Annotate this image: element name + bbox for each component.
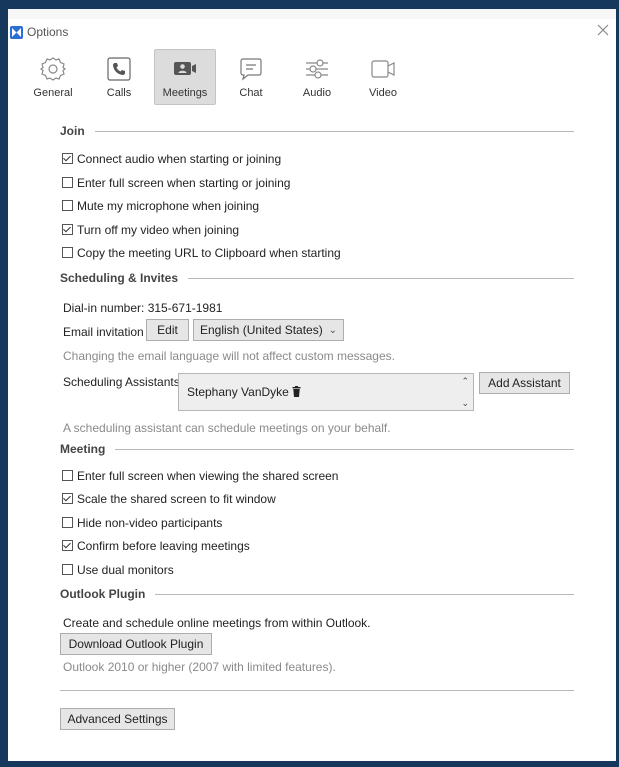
assistant-entry: Stephany VanDyke — [187, 385, 301, 399]
option-label: Use dual monitors — [77, 563, 174, 577]
meeting-option-confirm-leave[interactable]: Confirm before leaving meetings — [62, 539, 250, 553]
scheduling-assistants-label: Scheduling Assistants — [63, 375, 180, 389]
meeting-option-hide-non-video[interactable]: Hide non-video participants — [62, 516, 222, 530]
join-option-mute-mic[interactable]: Mute my microphone when joining — [62, 199, 259, 213]
tab-video-label: Video — [369, 87, 397, 99]
window-frame-left — [0, 0, 8, 767]
window-top-strip — [8, 9, 616, 19]
tab-chat[interactable]: Chat — [220, 49, 282, 105]
download-outlook-plugin-button[interactable]: Download Outlook Plugin — [60, 633, 212, 655]
meeting-divider — [60, 449, 574, 450]
checkbox[interactable] — [62, 470, 73, 481]
assistant-note: A scheduling assistant can schedule meet… — [63, 421, 391, 435]
tab-audio-label: Audio — [302, 87, 332, 99]
chevron-down-icon: ⌄ — [328, 325, 337, 336]
tab-audio[interactable]: Audio — [286, 49, 348, 105]
outlook-version-note: Outlook 2010 or higher (2007 with limite… — [63, 660, 336, 674]
meetings-icon — [174, 62, 196, 75]
chat-icon — [240, 58, 262, 81]
meeting-section-header: Meeting — [60, 442, 574, 456]
tab-meetings-label: Meetings — [162, 87, 208, 99]
phone-icon — [107, 57, 131, 81]
checkbox[interactable] — [62, 564, 73, 575]
window-frame-bottom — [0, 761, 619, 767]
option-label: Hide non-video participants — [77, 516, 223, 530]
checkbox[interactable] — [62, 247, 73, 258]
tab-calls[interactable]: Calls — [88, 49, 150, 105]
option-label: Enter full screen when starting or joini… — [77, 176, 291, 190]
join-option-connect-audio[interactable]: Connect audio when starting or joining — [62, 152, 281, 166]
assistant-name: Stephany VanDyke — [187, 385, 289, 399]
checkbox[interactable] — [62, 493, 73, 504]
tab-general[interactable]: General — [22, 49, 84, 105]
join-divider — [60, 131, 574, 132]
option-label: Turn off my video when joining — [77, 223, 240, 237]
advanced-settings-button[interactable]: Advanced Settings — [60, 708, 175, 730]
trash-icon[interactable] — [292, 386, 301, 397]
option-label: Scale the shared screen to fit window — [77, 492, 276, 506]
scheduling-section-header: Scheduling & Invites — [60, 271, 574, 285]
scheduling-title: Scheduling & Invites — [60, 271, 189, 285]
checkbox[interactable] — [62, 224, 73, 235]
tab-chat-label: Chat — [239, 87, 263, 99]
email-language-select[interactable]: English (United States) ⌄ — [193, 319, 344, 341]
tab-calls-label: Calls — [106, 87, 132, 99]
option-label: Enter full screen when viewing the share… — [77, 469, 339, 483]
sliders-icon — [306, 59, 328, 79]
outlook-title: Outlook Plugin — [60, 587, 156, 601]
option-label: Confirm before leaving meetings — [77, 539, 250, 553]
window-frame-top — [0, 0, 619, 9]
tab-video[interactable]: Video — [352, 49, 414, 105]
assistants-list[interactable]: Stephany VanDyke ⌃ ⌄ — [178, 373, 474, 411]
checkbox[interactable] — [62, 540, 73, 551]
checkbox[interactable] — [62, 177, 73, 188]
edit-button[interactable]: Edit — [146, 319, 189, 341]
gear-icon — [40, 57, 66, 81]
join-option-video-off[interactable]: Turn off my video when joining — [62, 223, 239, 237]
meeting-option-full-screen[interactable]: Enter full screen when viewing the share… — [62, 469, 338, 483]
language-note: Changing the email language will not aff… — [63, 349, 395, 363]
join-title: Join — [60, 124, 95, 138]
dial-in-number: Dial-in number: 315-671-1981 — [63, 301, 223, 315]
join-section-header: Join — [60, 124, 574, 138]
title-bar: Options — [8, 19, 616, 45]
meeting-title: Meeting — [60, 442, 116, 456]
tab-meetings[interactable]: Meetings — [154, 49, 216, 105]
window-title: Options — [27, 25, 69, 39]
meeting-option-dual-monitors[interactable]: Use dual monitors — [62, 563, 174, 577]
checkbox[interactable] — [62, 517, 73, 528]
options-toolbar: General Calls Meetings Chat Audio Video — [22, 49, 442, 105]
checkbox[interactable] — [62, 200, 73, 211]
meeting-option-scale-screen[interactable]: Scale the shared screen to fit window — [62, 492, 276, 506]
email-invitation-label: Email invitation — [63, 325, 144, 339]
checkbox[interactable] — [62, 153, 73, 164]
footer-divider — [60, 690, 574, 691]
option-label: Connect audio when starting or joining — [77, 152, 282, 166]
outlook-description: Create and schedule online meetings from… — [63, 616, 371, 630]
tab-general-label: General — [33, 87, 73, 99]
add-assistant-button[interactable]: Add Assistant — [479, 372, 570, 394]
app-logo-icon — [10, 26, 23, 39]
outlook-section-header: Outlook Plugin — [60, 587, 574, 601]
email-language-value: English (United States) — [200, 323, 323, 337]
option-label: Copy the meeting URL to Clipboard when s… — [77, 246, 341, 260]
options-window: Options General Calls Meetings Chat Audi… — [8, 19, 616, 761]
scroll-down-icon[interactable]: ⌄ — [461, 398, 469, 409]
join-option-copy-url[interactable]: Copy the meeting URL to Clipboard when s… — [62, 246, 341, 260]
option-label: Mute my microphone when joining — [77, 199, 260, 213]
video-camera-icon — [371, 60, 395, 78]
join-option-full-screen[interactable]: Enter full screen when starting or joini… — [62, 176, 290, 190]
scroll-up-icon[interactable]: ⌃ — [461, 376, 469, 387]
close-icon[interactable] — [596, 23, 610, 37]
